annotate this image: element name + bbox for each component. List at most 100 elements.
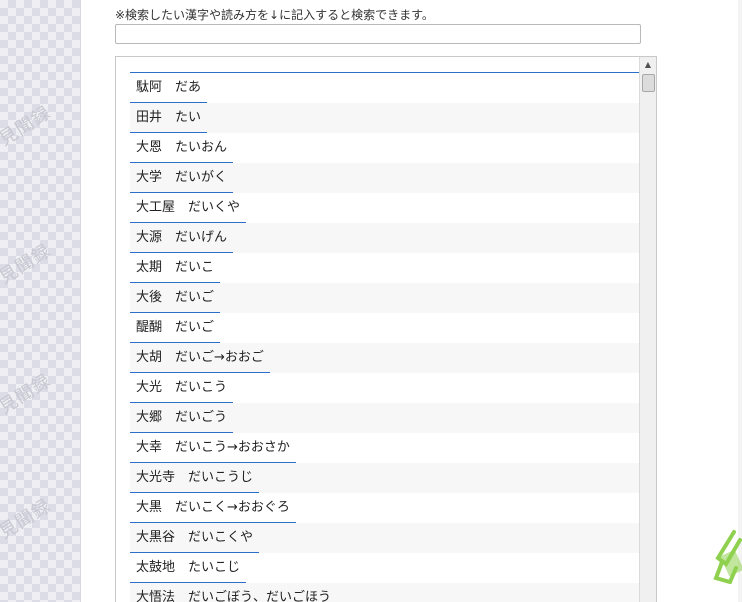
entry-separator — [162, 80, 175, 95]
entry-kanji: 大学 — [136, 170, 163, 185]
list-item: 大黒 だいこく→おおぐろ — [130, 493, 640, 523]
entry-reading: だいげん — [175, 230, 228, 245]
entry-separator — [175, 560, 188, 575]
name-entry-link[interactable]: 大後 だいご — [130, 283, 221, 313]
list-item: 大後 だいご — [130, 283, 640, 313]
watermark-text: 見聞録 — [0, 495, 56, 544]
list-item: 醍醐 だいご — [130, 313, 640, 343]
name-entry-link[interactable]: 大光寺 だいこうじ — [130, 463, 260, 493]
entry-separator — [175, 470, 188, 485]
entry-reading: だいご→おおご — [175, 350, 264, 365]
entry-kanji: 大黒谷 — [136, 530, 176, 545]
entry-reading: たいこじ — [188, 560, 241, 575]
name-entry-link[interactable]: 大恩 たいおん — [130, 133, 234, 163]
entry-separator — [162, 500, 175, 515]
list-item: 大光寺 だいこうじ — [130, 463, 640, 493]
entry-kanji: 大後 — [136, 290, 163, 305]
entry-separator — [162, 230, 175, 245]
entry-separator — [162, 260, 175, 275]
entry-reading: だいご — [175, 320, 215, 335]
list-item: 大黒谷 だいこくや — [130, 523, 640, 553]
left-decorative-pattern: 見聞録 見聞録 見聞録 見聞録 — [0, 0, 81, 602]
name-entry-link[interactable]: 太期 だいこ — [130, 253, 221, 283]
entry-kanji: 醍醐 — [136, 320, 163, 335]
entry-reading: だいごぼう、だいごほう — [188, 590, 332, 602]
name-entry-link[interactable]: 大悟法 だいごぼう、だいごほう — [130, 583, 337, 602]
list-item: 大恩 たいおん — [130, 133, 640, 163]
page: 見聞録 見聞録 見聞録 見聞録 ※検索したい漢字や読み方を↓に記入すると検索でき… — [0, 0, 742, 602]
entry-reading: だいこう→おおさか — [175, 440, 290, 455]
name-entry-link[interactable]: 大郷 だいごう — [130, 403, 234, 433]
list-item: 大悟法 だいごぼう、だいごほう — [130, 583, 640, 602]
list-item: 大光 だいこう — [130, 373, 640, 403]
entry-reading: たい — [175, 110, 202, 125]
name-entry-link[interactable]: 大源 だいげん — [130, 223, 234, 253]
entry-reading: だいこく→おおぐろ — [175, 500, 290, 515]
name-entry-link[interactable]: 醍醐 だいご — [130, 313, 221, 343]
name-entry-link[interactable]: 駄阿 だあ — [130, 73, 208, 103]
name-entry-link[interactable]: 太鼓地 たいこじ — [130, 553, 247, 583]
paperclip-icon — [713, 530, 742, 584]
entry-separator — [162, 320, 175, 335]
name-entry-link[interactable]: 大胡 だいご→おおご — [130, 343, 270, 373]
scroll-up-arrow-icon[interactable]: ▲ — [640, 57, 656, 73]
entry-separator — [162, 290, 175, 305]
entry-kanji: 大源 — [136, 230, 163, 245]
entry-separator — [162, 440, 175, 455]
entry-kanji: 駄阿 — [136, 80, 163, 95]
entry-separator — [162, 380, 175, 395]
entry-reading: だいこう — [175, 380, 228, 395]
watermark-text: 見聞録 — [0, 370, 56, 419]
entry-reading: だあ — [175, 80, 202, 95]
entry-separator — [162, 170, 175, 185]
list-item: 駄阿 だあ — [130, 73, 640, 103]
watermark-text: 見聞録 — [0, 240, 56, 289]
scroll-thumb[interactable] — [642, 74, 655, 92]
entry-kanji: 太鼓地 — [136, 560, 176, 575]
name-list[interactable]: 駄阿 だあ 田井 たい 大恩 たいおん 大学 だいがく 大工屋 だいくや 大源 だいげん太… — [115, 56, 657, 602]
search-input[interactable] — [115, 24, 641, 44]
entry-separator — [175, 200, 188, 215]
entry-kanji: 大黒 — [136, 500, 163, 515]
name-entry-link[interactable]: 大黒 だいこく→おおぐろ — [130, 493, 296, 523]
list-item: 太期 だいこ — [130, 253, 640, 283]
entry-kanji: 大胡 — [136, 350, 163, 365]
list-item: 大工屋 だいくや — [130, 193, 640, 223]
entry-kanji: 大郷 — [136, 410, 163, 425]
list-item: 大幸 だいこう→おおさか — [130, 433, 640, 463]
list-scrollbar[interactable]: ▲ — [639, 57, 656, 602]
entry-reading: だいこうじ — [188, 470, 254, 485]
watermark-text: 見聞録 — [0, 102, 56, 151]
name-entry-link[interactable]: 大黒谷 だいこくや — [130, 523, 260, 553]
entry-reading: たいおん — [175, 140, 228, 155]
list-item: 大源 だいげん — [130, 223, 640, 253]
entry-reading: だいこ — [175, 260, 215, 275]
name-entry-link[interactable]: 大学 だいがく — [130, 163, 234, 193]
entry-kanji: 大恩 — [136, 140, 163, 155]
entry-separator — [162, 140, 175, 155]
list-top-divider — [130, 57, 640, 73]
entry-reading: だいこくや — [188, 530, 254, 545]
right-border-strip — [738, 0, 742, 602]
entry-separator — [162, 350, 175, 365]
list-item: 田井 たい — [130, 103, 640, 133]
entry-kanji: 大光寺 — [136, 470, 176, 485]
entry-reading: だいごう — [175, 410, 228, 425]
entry-reading: だいくや — [188, 200, 241, 215]
entry-kanji: 大工屋 — [136, 200, 176, 215]
name-entry-link[interactable]: 大光 だいこう — [130, 373, 234, 403]
entry-kanji: 大光 — [136, 380, 163, 395]
name-entry-link[interactable]: 大工屋 だいくや — [130, 193, 247, 223]
entry-kanji: 田井 — [136, 110, 163, 125]
name-entry-link[interactable]: 大幸 だいこう→おおさか — [130, 433, 296, 463]
entry-kanji: 太期 — [136, 260, 163, 275]
entry-reading: だいがく — [175, 170, 228, 185]
list-item: 太鼓地 たいこじ — [130, 553, 640, 583]
search-instructions: ※検索したい漢字や読み方を↓に記入すると検索できます。 — [115, 8, 434, 22]
entry-separator — [175, 590, 188, 602]
entry-kanji: 大悟法 — [136, 590, 176, 602]
entry-separator — [175, 530, 188, 545]
list-item: 大胡 だいご→おおご — [130, 343, 640, 373]
entry-reading: だいご — [175, 290, 215, 305]
name-entry-link[interactable]: 田井 たい — [130, 103, 208, 133]
